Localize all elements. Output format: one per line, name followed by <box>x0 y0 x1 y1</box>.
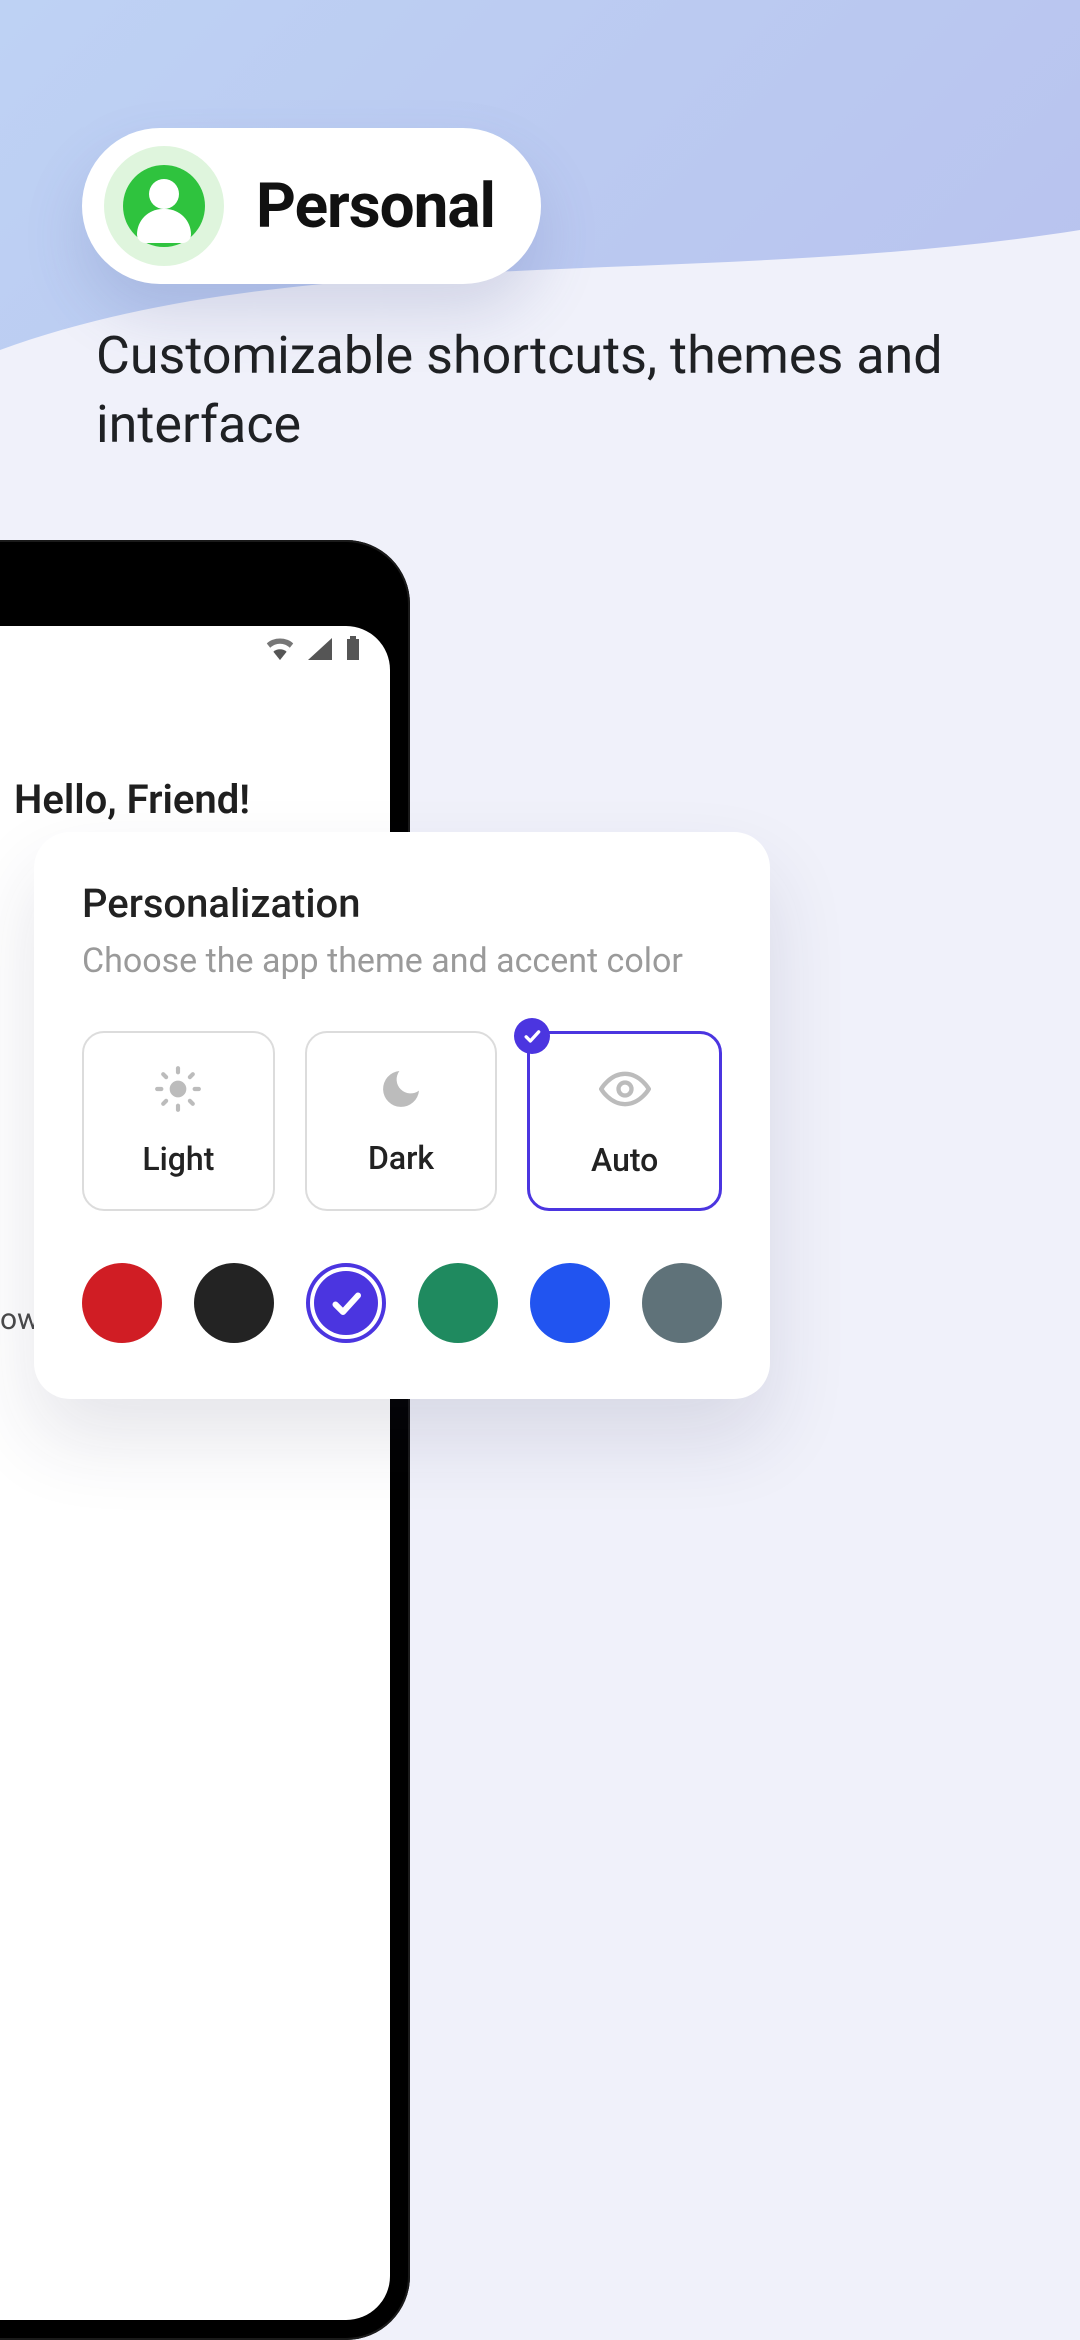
signal-icon <box>308 638 332 660</box>
sun-icon <box>153 1064 203 1118</box>
theme-label: Light <box>142 1140 214 1178</box>
theme-options: Light Dark Auto <box>82 1031 722 1211</box>
person-icon <box>123 165 205 247</box>
phone-status-bar <box>266 636 360 660</box>
check-icon <box>328 1285 364 1321</box>
accent-gray[interactable] <box>642 1263 722 1343</box>
eye-icon <box>599 1063 651 1119</box>
theme-dark[interactable]: Dark <box>305 1031 498 1211</box>
accent-red[interactable] <box>82 1263 162 1343</box>
theme-label: Dark <box>368 1139 434 1177</box>
theme-auto[interactable]: Auto <box>527 1031 722 1211</box>
wifi-icon <box>266 638 294 660</box>
moon-icon <box>377 1065 425 1117</box>
pill-title: Personal <box>256 170 495 243</box>
card-title: Personalization <box>82 880 722 927</box>
theme-label: Auto <box>591 1141 658 1179</box>
accent-green[interactable] <box>418 1263 498 1343</box>
person-icon-wrap <box>104 146 224 266</box>
subheading: Customizable shortcuts, themes and inter… <box>96 322 990 459</box>
phone-frame: Hello, Friend! <box>0 540 410 2340</box>
card-subtitle: Choose the app theme and accent color <box>82 941 722 981</box>
selected-badge <box>514 1018 550 1054</box>
personal-pill: Personal <box>82 128 541 284</box>
accent-blue[interactable] <box>530 1263 610 1343</box>
accent-purple[interactable] <box>306 1263 386 1343</box>
theme-light[interactable]: Light <box>82 1031 275 1211</box>
accent-swatches <box>82 1263 722 1343</box>
battery-icon <box>346 636 360 660</box>
personalization-card: Personalization Choose the app theme and… <box>34 832 770 1399</box>
accent-black[interactable] <box>194 1263 274 1343</box>
greeting-text: Hello, Friend! <box>14 776 250 823</box>
